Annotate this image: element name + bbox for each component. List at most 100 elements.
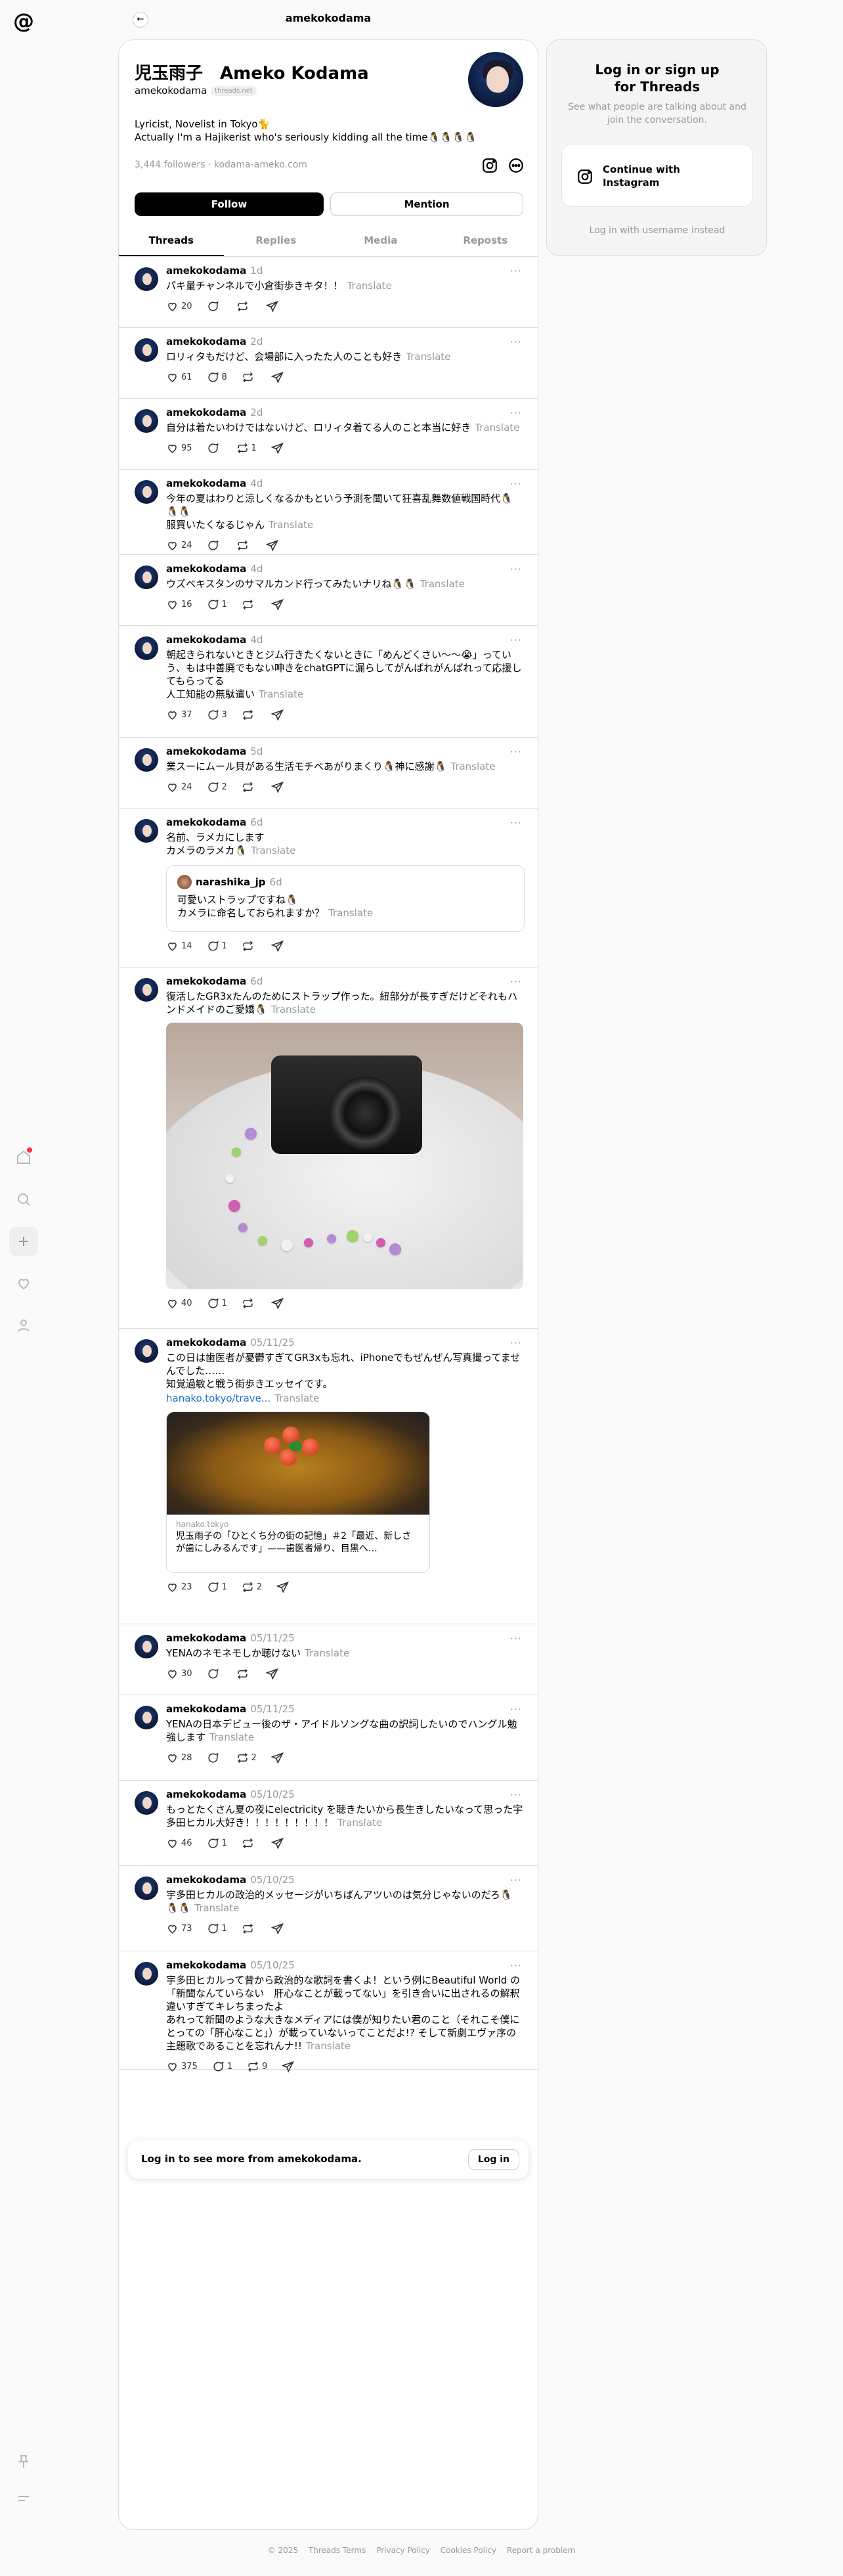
- share-button[interactable]: [270, 1837, 284, 1850]
- post-username[interactable]: amekokodama: [166, 1337, 246, 1348]
- footer-terms-link[interactable]: Threads Terms: [309, 2546, 366, 2555]
- repost-button[interactable]: [242, 781, 257, 793]
- home-icon[interactable]: [9, 1143, 38, 1172]
- profile-link[interactable]: kodama-ameko.com: [214, 160, 307, 170]
- reply-button[interactable]: 1: [207, 1581, 227, 1593]
- repost-button[interactable]: [242, 1837, 257, 1850]
- repost-button[interactable]: 2: [242, 1581, 262, 1593]
- instagram-icon[interactable]: [481, 157, 498, 174]
- reply-button[interactable]: 8: [207, 371, 227, 384]
- share-button[interactable]: [276, 1581, 290, 1593]
- repost-button[interactable]: [242, 1922, 257, 1935]
- translate-link[interactable]: Translate: [328, 907, 373, 919]
- tab-reposts[interactable]: Reposts: [433, 225, 538, 256]
- share-button[interactable]: [270, 940, 284, 952]
- post-username[interactable]: amekokodama: [166, 975, 246, 987]
- translate-link[interactable]: Translate: [269, 519, 313, 531]
- post[interactable]: amekokodama 05/10/25 ··· もっとたくさん夏の夜にelect…: [119, 1781, 538, 1866]
- post-username[interactable]: amekokodama: [166, 477, 246, 489]
- post[interactable]: amekokodama 6d ··· 復活したGR3xたんのためにストラップ作った…: [119, 967, 538, 1329]
- follow-button[interactable]: Follow: [135, 192, 324, 216]
- footer-cookies-link[interactable]: Cookies Policy: [441, 2546, 496, 2555]
- avatar[interactable]: [135, 409, 158, 433]
- share-button[interactable]: [270, 442, 284, 455]
- more-icon[interactable]: ···: [510, 1788, 522, 1801]
- avatar[interactable]: [135, 978, 158, 1002]
- post-username[interactable]: amekokodama: [166, 265, 246, 277]
- share-button[interactable]: [270, 709, 284, 721]
- share-button[interactable]: [282, 2060, 295, 2073]
- translate-link[interactable]: Translate: [271, 1004, 316, 1015]
- like-button[interactable]: 95: [166, 442, 192, 455]
- footer-report-link[interactable]: Report a problem: [507, 2546, 575, 2555]
- post-link[interactable]: hanako.tokyo/trave...: [166, 1392, 270, 1404]
- repost-button[interactable]: [242, 1297, 257, 1310]
- like-button[interactable]: 30: [166, 1668, 192, 1680]
- threads-logo-icon[interactable]: @: [12, 9, 35, 33]
- login-with-username-link[interactable]: Log in with username instead: [547, 225, 767, 236]
- translate-link[interactable]: Translate: [209, 1731, 254, 1743]
- avatar[interactable]: [135, 1706, 158, 1729]
- reply-button[interactable]: [207, 442, 222, 455]
- tab-media[interactable]: Media: [328, 225, 433, 256]
- post[interactable]: amekokodama 4d ··· 朝起きられないときとジム行きたくないときに「…: [119, 626, 538, 738]
- search-icon[interactable]: [9, 1185, 38, 1214]
- post[interactable]: amekokodama 6d ··· 名前、ラメカにします カメラのラメカ🐧 Tra…: [119, 809, 538, 967]
- reply-button[interactable]: [207, 300, 222, 313]
- post-username[interactable]: amekokodama: [166, 816, 246, 828]
- avatar[interactable]: [135, 338, 158, 362]
- post-username[interactable]: amekokodama: [166, 1959, 246, 1971]
- continue-with-instagram-button[interactable]: Continue with Instagram: [561, 144, 753, 207]
- post-username[interactable]: amekokodama: [166, 563, 246, 575]
- avatar[interactable]: [135, 819, 158, 843]
- more-icon[interactable]: ···: [510, 1337, 522, 1349]
- translate-link[interactable]: Translate: [305, 1647, 349, 1659]
- more-icon[interactable]: ···: [510, 745, 522, 758]
- post-username[interactable]: amekokodama: [166, 1874, 246, 1886]
- heart-icon[interactable]: [9, 1269, 38, 1298]
- more-icon[interactable]: ···: [510, 816, 522, 829]
- pin-icon[interactable]: [9, 2447, 38, 2476]
- share-button[interactable]: [270, 371, 284, 384]
- share-button[interactable]: [265, 1668, 278, 1680]
- translate-link[interactable]: Translate: [274, 1392, 319, 1404]
- menu-icon[interactable]: [9, 2484, 38, 2513]
- post[interactable]: amekokodama 1d ··· パキ量チャンネルで小倉街歩きキタ！！ Tran…: [119, 257, 538, 328]
- reply-button[interactable]: 1: [207, 1837, 227, 1850]
- translate-link[interactable]: Translate: [259, 688, 303, 700]
- avatar[interactable]: [135, 748, 158, 772]
- avatar[interactable]: [135, 636, 158, 660]
- translate-link[interactable]: Translate: [251, 845, 295, 856]
- translate-link[interactable]: Translate: [194, 1902, 239, 1914]
- post[interactable]: amekokodama 05/10/25 ··· 宇多田ヒカルって昔から政治的な歌…: [119, 1951, 538, 2073]
- post-username[interactable]: amekokodama: [166, 634, 246, 646]
- translate-link[interactable]: Translate: [347, 280, 392, 292]
- post[interactable]: amekokodama 05/10/25 ··· 宇多田ヒカルの政治的メッセージが…: [119, 1866, 538, 1951]
- avatar[interactable]: [135, 1339, 158, 1363]
- more-icon[interactable]: ···: [510, 336, 522, 348]
- more-icon[interactable]: ···: [510, 1959, 522, 1972]
- reply-button[interactable]: 3: [207, 709, 227, 721]
- like-button[interactable]: 23: [166, 1581, 192, 1593]
- share-button[interactable]: [270, 598, 284, 611]
- mention-button[interactable]: Mention: [330, 192, 523, 216]
- like-button[interactable]: 73: [166, 1922, 192, 1935]
- reply-button[interactable]: 2: [207, 781, 227, 793]
- like-button[interactable]: 20: [166, 300, 192, 313]
- translate-link[interactable]: Translate: [420, 578, 465, 590]
- share-button[interactable]: [270, 781, 284, 793]
- quoted-post[interactable]: narashika_jp 6d 可愛いストラップですね🐧 カメラに命名しておられ…: [166, 865, 525, 932]
- post[interactable]: amekokodama 2d ··· 自分は着たいわけではないけど、ロリィタ着てる…: [119, 399, 538, 470]
- like-button[interactable]: 61: [166, 371, 192, 384]
- post-username[interactable]: amekokodama: [166, 336, 246, 347]
- tab-replies[interactable]: Replies: [224, 225, 329, 256]
- post-username[interactable]: amekokodama: [166, 407, 246, 418]
- more-icon[interactable]: ···: [510, 1703, 522, 1716]
- reply-button[interactable]: [207, 1752, 222, 1764]
- post[interactable]: amekokodama 05/11/25 ··· YENAの日本デビュー後のザ・ア…: [119, 1695, 538, 1781]
- profile-icon[interactable]: [9, 1311, 38, 1340]
- post[interactable]: amekokodama 05/11/25 ··· YENAのネモネモしか聴けない T…: [119, 1624, 538, 1695]
- translate-link[interactable]: Translate: [450, 761, 495, 772]
- post-username[interactable]: amekokodama: [166, 745, 246, 757]
- avatar[interactable]: [135, 1876, 158, 1900]
